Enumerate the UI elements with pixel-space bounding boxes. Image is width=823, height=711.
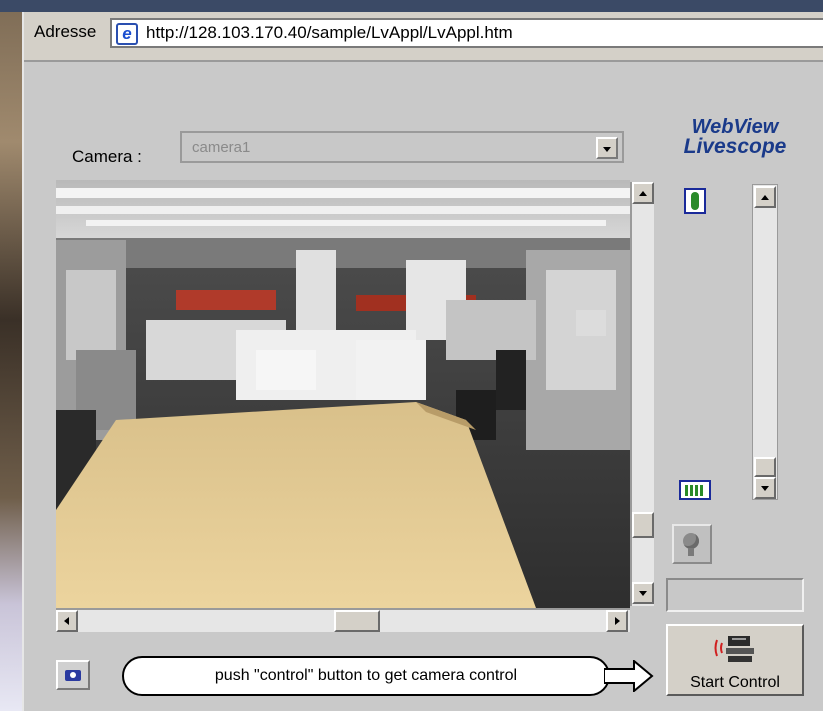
address-bar: Adresse e http://128.103.170.40/sample/L… — [24, 12, 823, 62]
camera-video-feed[interactable] — [56, 180, 630, 608]
background-top-edge — [0, 0, 823, 12]
chevron-down-icon[interactable] — [596, 137, 618, 159]
camera-snapshot-icon[interactable] — [56, 660, 90, 690]
ie-page-icon: e — [116, 23, 138, 45]
arrow-right-icon — [604, 660, 654, 692]
zoom-up-button[interactable] — [754, 186, 776, 208]
scroll-left-button[interactable] — [56, 610, 78, 632]
scroll-right-button[interactable] — [606, 610, 628, 632]
zoom-down-button[interactable] — [754, 477, 776, 499]
hint-text: push "control" button to get camera cont… — [214, 667, 518, 684]
start-control-button[interactable]: Start Control — [666, 624, 804, 696]
office-scene — [56, 180, 630, 608]
video-vertical-scrollbar[interactable] — [630, 182, 654, 606]
start-control-label: Start Control — [690, 674, 780, 691]
horizontal-scroll-thumb[interactable] — [334, 610, 380, 632]
camera-label: Camera : — [72, 147, 142, 166]
address-label: Adresse — [34, 22, 97, 41]
hint-callout: push "control" button to get camera cont… — [122, 656, 610, 696]
camera-control-icon — [714, 636, 754, 662]
status-field — [666, 578, 804, 612]
webview-livescope-logo: WebView Livescope — [683, 116, 787, 158]
background-photo-edge — [0, 0, 22, 711]
focus-icon[interactable] — [672, 524, 712, 564]
video-horizontal-scrollbar[interactable] — [56, 608, 630, 632]
camera-select-value: camera1 — [192, 139, 251, 156]
zoom-tele-icon[interactable] — [684, 188, 706, 214]
address-url[interactable]: http://128.103.170.40/sample/LvAppl/LvAp… — [146, 23, 513, 43]
browser-window: Adresse e http://128.103.170.40/sample/L… — [22, 12, 823, 711]
zoom-scrollbar[interactable] — [752, 184, 778, 500]
zoom-scroll-thumb[interactable] — [754, 457, 776, 477]
vertical-scroll-thumb[interactable] — [632, 512, 654, 538]
zoom-wide-icon[interactable] — [679, 480, 711, 500]
scroll-up-button[interactable] — [632, 182, 654, 204]
camera-select[interactable]: camera1 — [180, 131, 624, 163]
address-input[interactable]: e http://128.103.170.40/sample/LvAppl/Lv… — [110, 18, 823, 48]
scroll-down-button[interactable] — [632, 582, 654, 604]
